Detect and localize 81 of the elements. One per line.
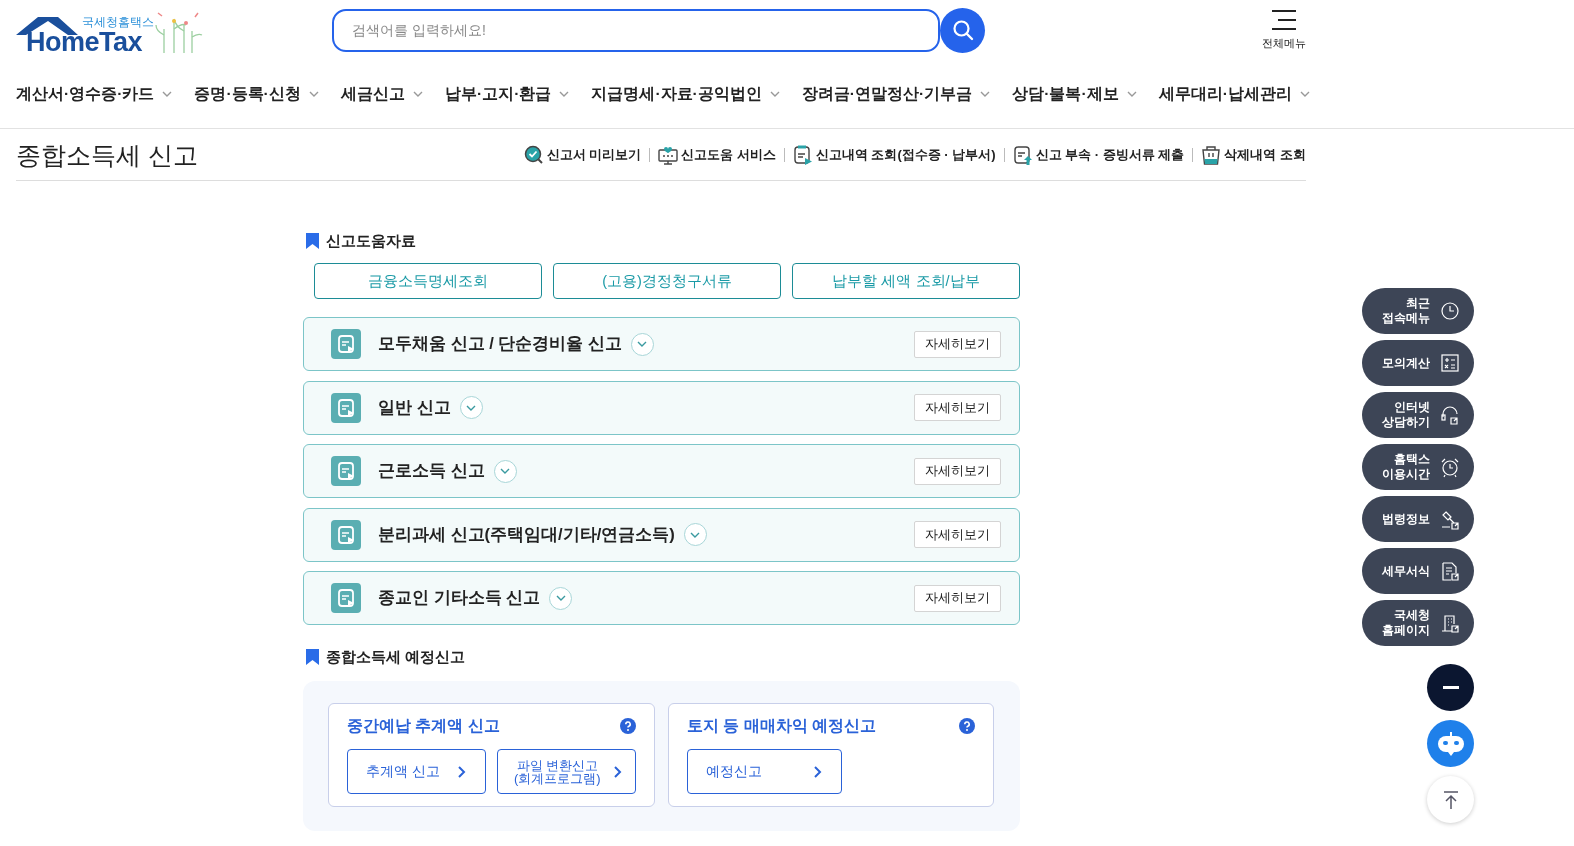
filing-title: 분리과세 신고(주택임대/기타/연금소득) <box>378 523 675 545</box>
help-icon <box>959 718 975 734</box>
alarm-clock-icon <box>1440 456 1460 478</box>
details-button[interactable]: 자세히보기 <box>914 521 1001 548</box>
arrow-up-icon <box>1442 790 1459 809</box>
plant-drawing <box>154 9 204 53</box>
filing-title: 근로소득 신고 <box>378 460 485 481</box>
headset-icon <box>1440 404 1460 426</box>
search-icon <box>951 19 974 41</box>
section-heading: 종합소득세 예정신고 <box>326 647 466 667</box>
filing-button[interactable]: 추계액 신고 <box>347 749 486 794</box>
nav-menu-item[interactable]: 세무대리·납세관리 <box>1158 83 1312 105</box>
expand-toggle[interactable] <box>459 396 483 419</box>
header-link[interactable]: 신고서 미리보기 <box>523 144 642 166</box>
nav-menu-item[interactable]: 장려금·연말정산·기부금 <box>801 83 993 105</box>
help-link-button[interactable]: (고용)경정청구서류 <box>553 263 781 299</box>
document-play-icon <box>331 583 361 613</box>
bookmark-icon <box>306 649 319 665</box>
quick-menu-button[interactable]: 법령정보 <box>1362 496 1474 542</box>
help-icon <box>620 718 636 734</box>
chevron-right-icon <box>813 764 823 779</box>
expand-toggle[interactable] <box>630 332 654 356</box>
details-button[interactable]: 자세히보기 <box>914 584 1001 612</box>
quick-menu-button[interactable]: 세무서식 <box>1362 548 1474 594</box>
details-button[interactable]: 자세히보기 <box>914 394 1001 421</box>
header-link[interactable]: 신고 부속 · 증빙서류 제출 <box>1012 144 1185 166</box>
expand-toggle[interactable] <box>683 523 707 546</box>
chevron-right-icon <box>613 764 623 779</box>
document-play-icon <box>331 329 361 359</box>
expand-toggle[interactable] <box>493 459 517 483</box>
help-link-button[interactable]: 금융소득명세조회 <box>314 263 542 299</box>
quick-menu-button[interactable]: 홈택스 이용시간 <box>1362 444 1474 490</box>
card-title: 토지 등 매매차익 예정신고 <box>687 715 877 736</box>
chatbot-button[interactable] <box>1427 720 1474 767</box>
document-play-icon <box>331 456 361 486</box>
quick-menu-button[interactable]: 모의계산 <box>1362 340 1474 386</box>
details-button[interactable]: 자세히보기 <box>914 457 1001 485</box>
filing-title: 종교인 기타소득 신고 <box>378 587 541 608</box>
full-menu-button[interactable]: 전체메뉴 <box>1262 9 1306 51</box>
nav-menu-item[interactable]: 지급명세·자료·공익법인 <box>591 83 782 105</box>
filing-title: 모두채움 신고 / 단순경비율 신고 <box>378 333 622 354</box>
details-button[interactable]: 자세히보기 <box>914 330 1001 358</box>
clock-icon <box>1440 300 1460 322</box>
help-link-button[interactable]: 납부할 세액 조회/납부 <box>792 263 1020 299</box>
filing-title: 일반 신고 <box>378 396 451 418</box>
document-upload-icon <box>1012 144 1033 166</box>
expand-toggle[interactable] <box>549 586 573 610</box>
scroll-top-button[interactable] <box>1427 776 1474 823</box>
header-link[interactable]: 삭제내역 조회 <box>1201 144 1306 166</box>
search-button[interactable] <box>940 7 985 53</box>
trash-bin-icon <box>1201 144 1222 166</box>
nav-menu-item[interactable]: 계산서·영수증·카드 <box>16 83 175 105</box>
quick-menu-button[interactable]: 인터넷 상담하기 <box>1362 392 1474 438</box>
bookmark-icon <box>306 233 319 249</box>
calculator-icon <box>1440 352 1460 374</box>
search-field[interactable]: 검색어를 입력하세요! <box>332 8 940 52</box>
nav-menu-item[interactable]: 상담·불복·제보 <box>1012 83 1139 105</box>
header-link[interactable]: 신고도움 서비스 <box>658 144 776 166</box>
nav-menu-item[interactable]: 납부·고지·환급 <box>445 83 572 105</box>
monitor-chat-icon <box>658 144 679 166</box>
building-icon <box>1440 612 1460 634</box>
quick-menu-button[interactable]: 국세청 홈페이지 <box>1362 600 1474 646</box>
document-play-icon <box>331 392 361 423</box>
filing-button[interactable]: 예정신고 <box>687 749 842 794</box>
nav-menu-item[interactable]: 세금신고 <box>340 83 425 105</box>
robot-icon <box>1436 730 1465 757</box>
card-title: 중간예납 추계액 신고 <box>347 715 500 736</box>
header-link[interactable]: 신고내역 조회(접수증 · 납부서) <box>792 144 996 166</box>
chevron-right-icon <box>457 764 467 779</box>
document-icon <box>1440 560 1460 582</box>
filing-button[interactable]: 파일 변환신고 (회계프로그램) <box>497 749 636 794</box>
section-heading: 신고도움자료 <box>326 231 416 251</box>
menu-icon <box>1272 9 1296 30</box>
minus-icon <box>1442 686 1459 689</box>
document-play-icon <box>792 144 813 166</box>
quick-menu-button[interactable]: 최근 접속메뉴 <box>1362 288 1474 334</box>
collapse-button[interactable] <box>1427 664 1474 711</box>
magnifier-check-icon <box>523 144 544 166</box>
nav-menu-item[interactable]: 증명·등록·신청 <box>194 83 321 105</box>
document-play-icon <box>331 519 361 550</box>
page-title: 종합소득세 신고 <box>16 139 198 171</box>
